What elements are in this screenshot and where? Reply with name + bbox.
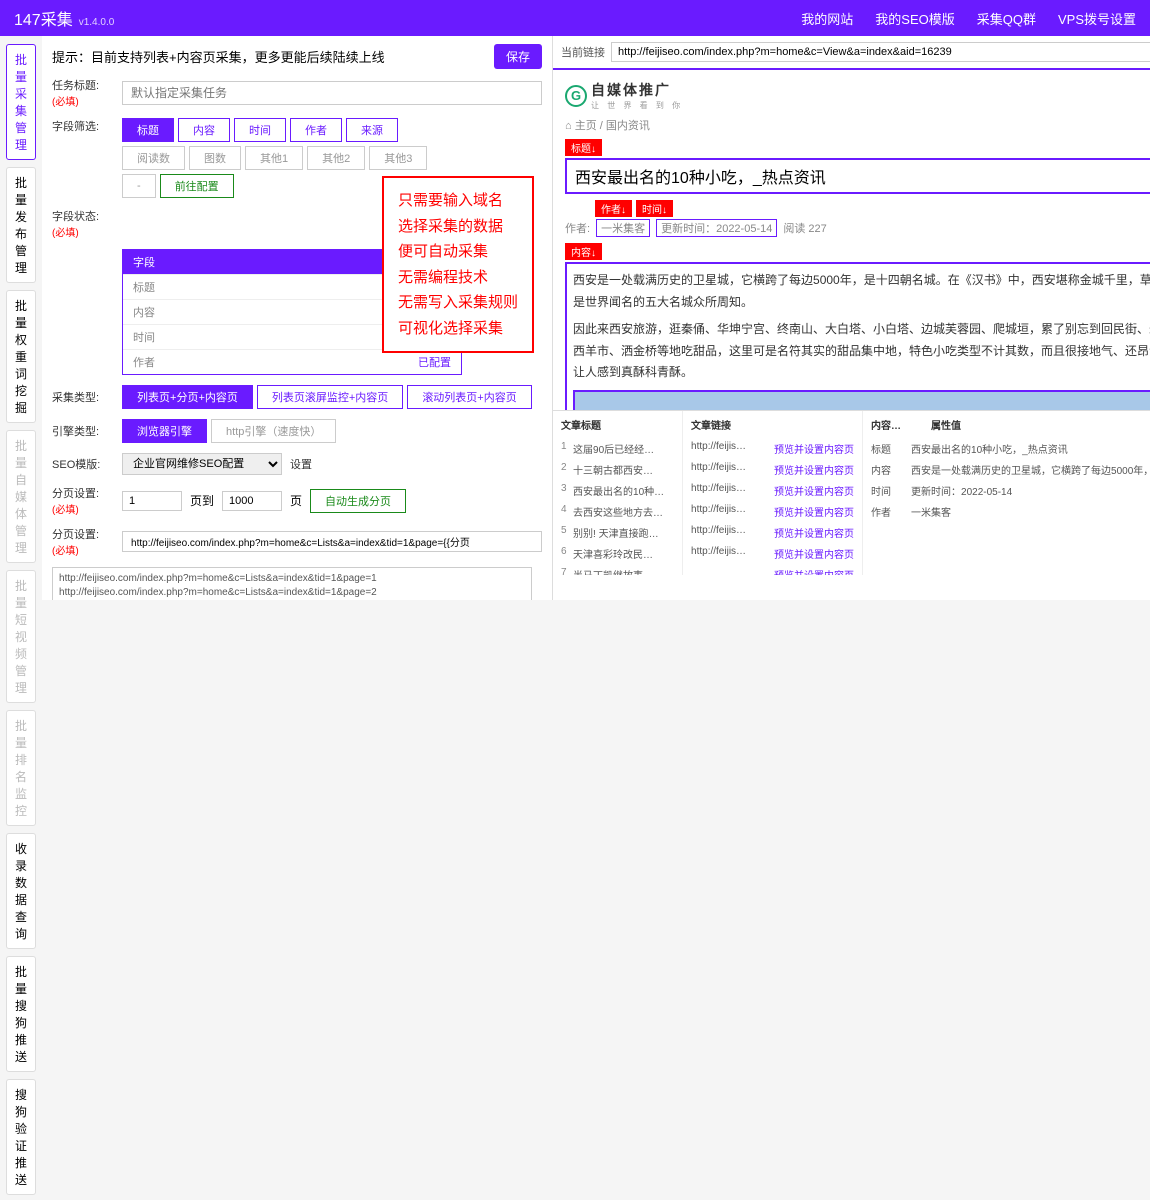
app-title: 147采集 — [14, 6, 73, 30]
prop-row: 作者一米集客 — [871, 501, 1150, 522]
current-url-label: 当前链接 — [561, 44, 605, 60]
collect-opt-0[interactable]: 列表页+分页+内容页 — [122, 385, 253, 409]
nav-vps[interactable]: VPS拨号设置 — [1058, 9, 1136, 28]
app-header: 147采集 v1.4.0.0 我的网站 我的SEO模版 采集QQ群 VPS拨号设… — [0, 0, 1150, 36]
page-label: 分页设置: (必填) — [52, 485, 114, 516]
highlight-title-tag[interactable]: 标题↓ — [565, 139, 602, 156]
collect-opt-1[interactable]: 列表页滚屏监控+内容页 — [257, 385, 403, 409]
prop-row: 标题西安最出名的10种小吃，_热点资讯 — [871, 438, 1150, 459]
filter-tag-其他1[interactable]: 其他1 — [245, 146, 303, 170]
sidebar-item-7[interactable]: 批量搜狗推送 — [6, 956, 36, 1072]
sidebar-item-1[interactable]: 批量发布管理 — [6, 167, 36, 283]
breadcrumb[interactable]: ⌂ 主页 / 国内资讯 — [565, 117, 1150, 133]
logo-icon: G — [565, 85, 587, 107]
collect-type-label: 采集类型: — [52, 389, 114, 405]
sidebar-item-4[interactable]: 批量短视频管理 — [6, 570, 36, 703]
task-label: 任务标题: (必填) — [52, 77, 114, 108]
feature-callout: 只需要输入域名选择采集的数据便可自动采集无需编程技术无需写入采集规则可视化选择采… — [382, 176, 534, 353]
save-button[interactable]: 保存 — [494, 44, 542, 69]
table-row[interactable]: 6天津喜彩玲改民… — [561, 543, 674, 564]
collect-opt-2[interactable]: 滚动列表页+内容页 — [407, 385, 531, 409]
article-image — [573, 390, 1150, 410]
prop-row: 内容西安是一处载满历史的卫星城，它横跨了每边5000年，是十四朝名… — [871, 459, 1150, 480]
seo-label: SEO模版: — [52, 456, 114, 472]
meta-time[interactable]: 更新时间：2022-05-14 — [656, 219, 777, 237]
article-title[interactable]: 西安最出名的10种小吃，_热点资讯 — [565, 158, 1150, 194]
header-nav: 我的网站 我的SEO模版 采集QQ群 VPS拨号设置 — [801, 9, 1136, 28]
auto-paging-button[interactable]: 自动生成分页 — [310, 489, 406, 513]
filter-tag-阅读数[interactable]: 阅读数 — [122, 146, 185, 170]
sidebar-item-5[interactable]: 批量排名监控 — [6, 710, 36, 826]
highlight-content-tag[interactable]: 内容↓ — [565, 243, 602, 260]
app-version: v1.4.0.0 — [79, 17, 115, 28]
table-row[interactable]: http://feijis…预览并设置内容页 — [691, 480, 854, 501]
table-row[interactable]: http://feijis…预览并设置内容页 — [691, 438, 854, 459]
nav-qq-group[interactable]: 采集QQ群 — [977, 9, 1036, 28]
engine-label: 引擎类型: — [52, 423, 114, 439]
sidebar-item-8[interactable]: 搜狗验证推送 — [6, 1079, 36, 1195]
highlight-author-tag[interactable]: 作者↓ — [595, 200, 632, 217]
filter-tag-作者[interactable]: 作者 — [290, 118, 342, 142]
page-from-input[interactable] — [122, 491, 182, 511]
current-url-input[interactable] — [611, 42, 1150, 62]
table-row[interactable]: http://feijis…预览并设置内容页 — [691, 459, 854, 480]
table-row[interactable]: 3西安最出名的10种… — [561, 480, 674, 501]
page2-label: 分页设置: (必填) — [52, 526, 114, 557]
filter-tag-内容[interactable]: 内容 — [178, 118, 230, 142]
meta-author[interactable]: 一米集客 — [596, 219, 650, 237]
table-row[interactable]: 5别别! 天津直接跑… — [561, 522, 674, 543]
sidebar-item-6[interactable]: 收录数据查询 — [6, 833, 36, 949]
filter-tag-标题[interactable]: 标题 — [122, 118, 174, 142]
nav-seo-template[interactable]: 我的SEO模版 — [875, 9, 954, 28]
table-row[interactable]: 1这届90后已经经… — [561, 438, 674, 459]
engine-opt-0[interactable]: 浏览器引擎 — [122, 419, 207, 443]
url-list-textarea[interactable]: http://feijiseo.com/index.php?m=home&c=L… — [52, 567, 532, 600]
logo-text: 自媒体推广 — [591, 80, 683, 100]
page-to-input[interactable] — [222, 491, 282, 511]
bottom-data-tables: 文章标题 1这届90后已经经…2十三朝古都西安…3西安最出名的10种…4去西安这… — [553, 410, 1150, 575]
filter-label: 字段筛选: — [52, 118, 114, 134]
table-row[interactable]: 预览并设置内容页 — [691, 564, 854, 575]
engine-opt-1[interactable]: http引擎（速度快） — [211, 419, 336, 443]
sidebar-item-0[interactable]: 批量采集管理 — [6, 44, 36, 160]
table-row[interactable]: http://feijis…预览并设置内容页 — [691, 501, 854, 522]
seo-set-link[interactable]: 设置 — [290, 456, 312, 472]
sidebar: 批量采集管理批量发布管理批量权重词挖掘批量自媒体管理批量短视频管理批量排名监控收… — [0, 36, 42, 600]
table-row[interactable]: 7半马丁凯继故事… — [561, 564, 674, 575]
highlight-time-tag[interactable]: 时间↓ — [636, 200, 673, 217]
table-row[interactable]: http://feijis…预览并设置内容页 — [691, 522, 854, 543]
filter-minus[interactable]: - — [122, 174, 156, 198]
sidebar-item-2[interactable]: 批量权重词挖掘 — [6, 290, 36, 423]
center-panel: 提示：目前支持列表+内容页采集，更多更能后续陆续上线 保存 任务标题: (必填)… — [42, 36, 552, 600]
article-body[interactable]: 西安是一处载满历史的卫星城，它横跨了每边5000年，是十四朝名城。在《汉书》中，… — [565, 262, 1150, 410]
table-row[interactable]: http://feijis…预览并设置内容页 — [691, 543, 854, 564]
paging-url-input[interactable] — [122, 531, 542, 552]
filter-tag-时间[interactable]: 时间 — [234, 118, 286, 142]
seo-template-select[interactable]: 企业官网维修SEO配置 — [122, 453, 282, 475]
sidebar-item-3[interactable]: 批量自媒体管理 — [6, 430, 36, 563]
filter-preconfig[interactable]: 前往配置 — [160, 174, 234, 198]
status-label: 字段状态: (必填) — [52, 208, 114, 239]
logo-subtitle: 让 世 界 看 到 你 — [591, 100, 683, 111]
task-title-input[interactable] — [122, 81, 542, 105]
table-row[interactable]: 4去西安这些地方去… — [561, 501, 674, 522]
filter-tag-其他3[interactable]: 其他3 — [369, 146, 427, 170]
tip-text: 提示：目前支持列表+内容页采集，更多更能后续陆续上线 — [52, 47, 385, 66]
meta-read: 阅读 227 — [783, 220, 826, 236]
table-row[interactable]: 2十三朝古都西安… — [561, 459, 674, 480]
nav-mysite[interactable]: 我的网站 — [801, 9, 853, 28]
filter-tag-图数[interactable]: 图数 — [189, 146, 241, 170]
prop-row: 时间更新时间：2022-05-14 — [871, 480, 1150, 501]
filter-tag-其他2[interactable]: 其他2 — [307, 146, 365, 170]
preview-panel: 当前链接 ≡ G 自媒体推广 让 世 界 看 到 你 ⌂ 主页 / 国内资讯 标… — [552, 36, 1150, 600]
filter-tag-来源[interactable]: 来源 — [346, 118, 398, 142]
